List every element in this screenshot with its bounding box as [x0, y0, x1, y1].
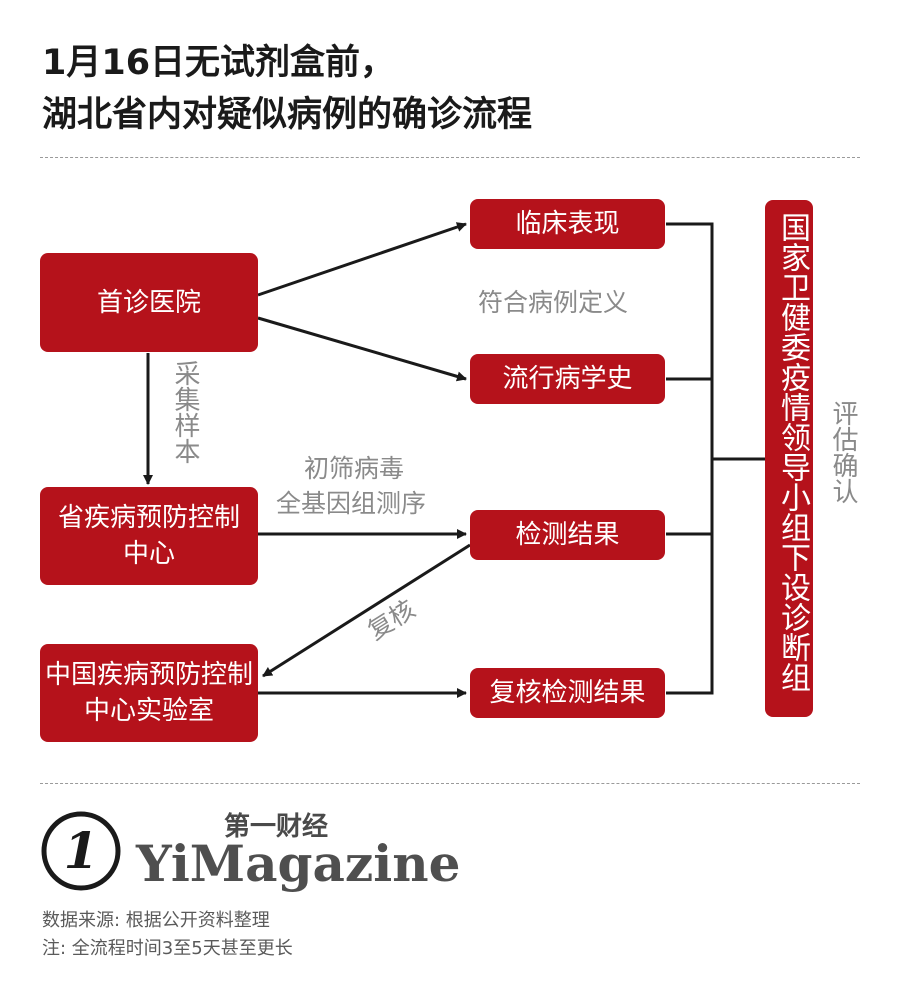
label-screening-line2: 全基因组测序	[276, 489, 427, 518]
bracket-right	[666, 222, 714, 695]
svg-text:1: 1	[64, 821, 99, 880]
source-note: 数据来源: 根据公开资料整理	[42, 910, 270, 931]
arrow-hospital-to-epi	[257, 316, 467, 382]
label-evaluate-confirm: 评估确认	[828, 400, 858, 504]
yimagazine-logo-icon: 1	[41, 811, 121, 891]
label-screening-line1: 初筛病毒	[304, 454, 405, 483]
box-provincial-cdc: 省疾病预防控制中心	[40, 487, 258, 585]
divider-bottom	[40, 783, 860, 784]
box-test-result: 检测结果	[470, 510, 665, 560]
label-collect-sample: 采集样本	[170, 360, 200, 464]
box-china-cdc-lab: 中国疾病预防控制中心实验室	[40, 644, 258, 742]
box-nhc-diagnosis-group: 国家卫健委疫情领导小组下设诊断组	[765, 200, 813, 717]
duration-note: 注: 全流程时间3至5天甚至更长	[42, 938, 293, 959]
brand-name-en: YiMagazine	[136, 834, 461, 893]
box-recheck-result: 复核检测结果	[470, 668, 665, 718]
arrow-hospital-to-clinical	[257, 222, 467, 297]
arrow-result-to-lab	[262, 543, 471, 678]
box-first-hospital: 首诊医院	[40, 253, 258, 352]
box-epi-history: 流行病学史	[470, 354, 665, 404]
label-meets-definition: 符合病例定义	[478, 288, 629, 317]
box-clinical: 临床表现	[470, 199, 665, 249]
